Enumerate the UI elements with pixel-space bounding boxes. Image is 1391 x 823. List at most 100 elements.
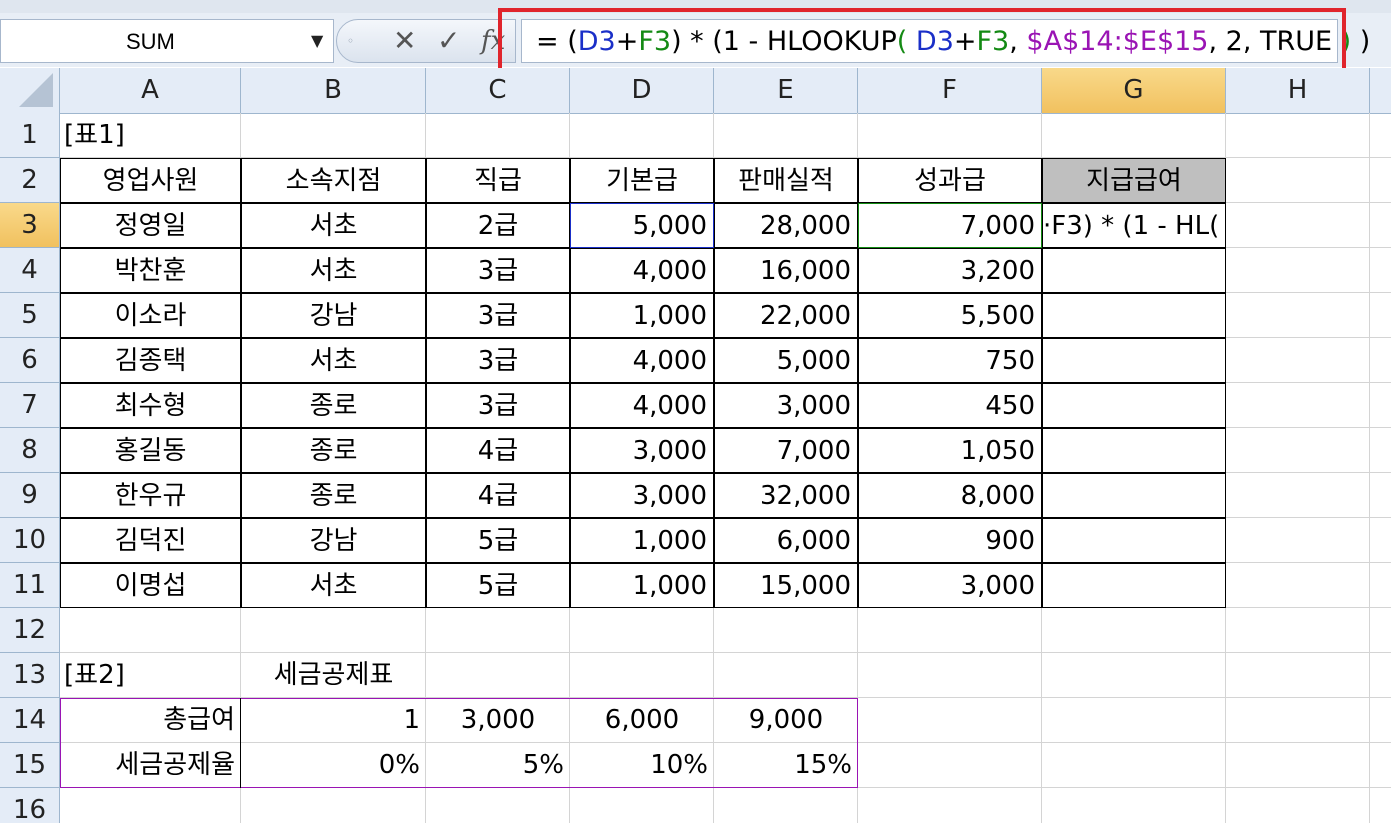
- table1-cell[interactable]: 3,000: [570, 428, 714, 473]
- table1-cell[interactable]: 종로: [241, 428, 426, 473]
- column-header-c[interactable]: C: [426, 68, 570, 113]
- table1-cell[interactable]: 1,000: [570, 518, 714, 563]
- row-header-16[interactable]: 16: [0, 788, 60, 823]
- column-header-d[interactable]: D: [570, 68, 714, 113]
- table1-cell[interactable]: 종로: [241, 473, 426, 518]
- table1-cell[interactable]: 3,000: [714, 383, 858, 428]
- table1-cell[interactable]: 750: [858, 338, 1042, 383]
- table1-cell[interactable]: 서초: [241, 338, 426, 383]
- table1-cell[interactable]: 4급: [426, 473, 570, 518]
- table1-cell[interactable]: 서초: [241, 248, 426, 293]
- row-header-9[interactable]: 9: [0, 473, 60, 518]
- table1-cell[interactable]: 박찬훈: [60, 248, 241, 293]
- table1-cell[interactable]: 900: [858, 518, 1042, 563]
- row-header-7[interactable]: 7: [0, 383, 60, 428]
- table1-cell[interactable]: [1042, 248, 1226, 293]
- column-header-e[interactable]: E: [714, 68, 858, 113]
- table1-cell[interactable]: 이명섭: [60, 563, 241, 608]
- table2-label[interactable]: [표2]: [60, 653, 241, 698]
- table1-cell[interactable]: [1042, 293, 1226, 338]
- table1-cell[interactable]: 김종택: [60, 338, 241, 383]
- x-icon[interactable]: ✕: [393, 24, 416, 57]
- row-header-14[interactable]: 14: [0, 698, 60, 743]
- table1-cell[interactable]: 서초: [241, 563, 426, 608]
- table1-cell[interactable]: 15,000: [714, 563, 858, 608]
- column-header-b[interactable]: B: [241, 68, 426, 113]
- column-header-a[interactable]: A: [60, 68, 241, 113]
- grip-icon[interactable]: ◦: [347, 34, 354, 48]
- table1-cell[interactable]: 16,000: [714, 248, 858, 293]
- table1-cell[interactable]: 450: [858, 383, 1042, 428]
- table1-cell[interactable]: 최수형: [60, 383, 241, 428]
- table1-cell[interactable]: 4,000: [570, 383, 714, 428]
- row-header-3[interactable]: 3: [0, 203, 60, 248]
- check-icon[interactable]: ✓: [437, 24, 460, 57]
- table1-cell[interactable]: 3급: [426, 338, 570, 383]
- row-header-4[interactable]: 4: [0, 248, 60, 293]
- active-cell-g3[interactable]: ·F3) * (1 - HL(: [1042, 203, 1226, 248]
- table1-header[interactable]: 성과급: [858, 158, 1042, 203]
- row-header-15[interactable]: 15: [0, 743, 60, 788]
- table1-cell[interactable]: 3,200: [858, 248, 1042, 293]
- table2-title[interactable]: 세금공제표: [241, 653, 426, 698]
- table1-header[interactable]: 소속지점: [241, 158, 426, 203]
- table1-label[interactable]: [표1]: [60, 113, 241, 158]
- table1-cell[interactable]: 3급: [426, 248, 570, 293]
- table1-cell[interactable]: [1042, 428, 1226, 473]
- row-header-11[interactable]: 11: [0, 563, 60, 608]
- column-header-h[interactable]: H: [1226, 68, 1370, 113]
- table1-cell[interactable]: 서초: [241, 203, 426, 248]
- table1-cell[interactable]: 1,000: [570, 563, 714, 608]
- row-header-13[interactable]: 13: [0, 653, 60, 698]
- select-all-button[interactable]: [0, 68, 60, 113]
- table1-cell[interactable]: 강남: [241, 518, 426, 563]
- table1-cell[interactable]: 4,000: [570, 338, 714, 383]
- chevron-down-icon[interactable]: ▼: [311, 31, 323, 50]
- table1-cell[interactable]: 홍길동: [60, 428, 241, 473]
- row-header-10[interactable]: 10: [0, 518, 60, 563]
- table1-cell[interactable]: 5급: [426, 518, 570, 563]
- table1-cell[interactable]: [1042, 338, 1226, 383]
- table1-cell[interactable]: 종로: [241, 383, 426, 428]
- table1-cell[interactable]: 1,000: [570, 293, 714, 338]
- row-header-1[interactable]: 1: [0, 113, 60, 158]
- table1-cell[interactable]: 5,500: [858, 293, 1042, 338]
- column-header-g[interactable]: G: [1042, 68, 1226, 113]
- table1-cell[interactable]: [1042, 518, 1226, 563]
- table1-header[interactable]: 영업사원: [60, 158, 241, 203]
- row-header-8[interactable]: 8: [0, 428, 60, 473]
- table1-cell[interactable]: 3,000: [570, 473, 714, 518]
- table1-cell[interactable]: 정영일: [60, 203, 241, 248]
- table1-cell[interactable]: 3급: [426, 383, 570, 428]
- table1-header[interactable]: 직급: [426, 158, 570, 203]
- row-header-6[interactable]: 6: [0, 338, 60, 383]
- table1-cell[interactable]: 7,000: [714, 428, 858, 473]
- table1-cell[interactable]: [1042, 473, 1226, 518]
- table1-cell[interactable]: 5급: [426, 563, 570, 608]
- table1-cell[interactable]: [1042, 383, 1226, 428]
- table1-cell[interactable]: 한우규: [60, 473, 241, 518]
- table1-cell[interactable]: 4,000: [570, 248, 714, 293]
- column-header-f[interactable]: F: [858, 68, 1042, 113]
- table1-cell[interactable]: 3급: [426, 293, 570, 338]
- row-header-12[interactable]: 12: [0, 608, 60, 653]
- row-header-5[interactable]: 5: [0, 293, 60, 338]
- table1-cell[interactable]: 강남: [241, 293, 426, 338]
- table1-header[interactable]: 기본급: [570, 158, 714, 203]
- table1-header[interactable]: 판매실적: [714, 158, 858, 203]
- table1-cell[interactable]: 8,000: [858, 473, 1042, 518]
- table1-cell[interactable]: 1,050: [858, 428, 1042, 473]
- table1-cell[interactable]: 5,000: [714, 338, 858, 383]
- table1-cell[interactable]: 28,000: [714, 203, 858, 248]
- table1-cell[interactable]: 2급: [426, 203, 570, 248]
- cell-grid[interactable]: [표1] 영업사원 소속지점 직급 기본급 판매실적 성과급 지급급여 정영일 서초 2급 5,000…: [59, 113, 1391, 823]
- table1-cell[interactable]: 6,000: [714, 518, 858, 563]
- name-box[interactable]: SUM ▼: [0, 19, 334, 63]
- table1-cell[interactable]: 32,000: [714, 473, 858, 518]
- table1-header[interactable]: 지급급여: [1042, 158, 1226, 203]
- table1-cell[interactable]: 3,000: [858, 563, 1042, 608]
- row-header-2[interactable]: 2: [0, 158, 60, 203]
- table1-cell[interactable]: 22,000: [714, 293, 858, 338]
- table1-cell[interactable]: 4급: [426, 428, 570, 473]
- table1-cell[interactable]: 이소라: [60, 293, 241, 338]
